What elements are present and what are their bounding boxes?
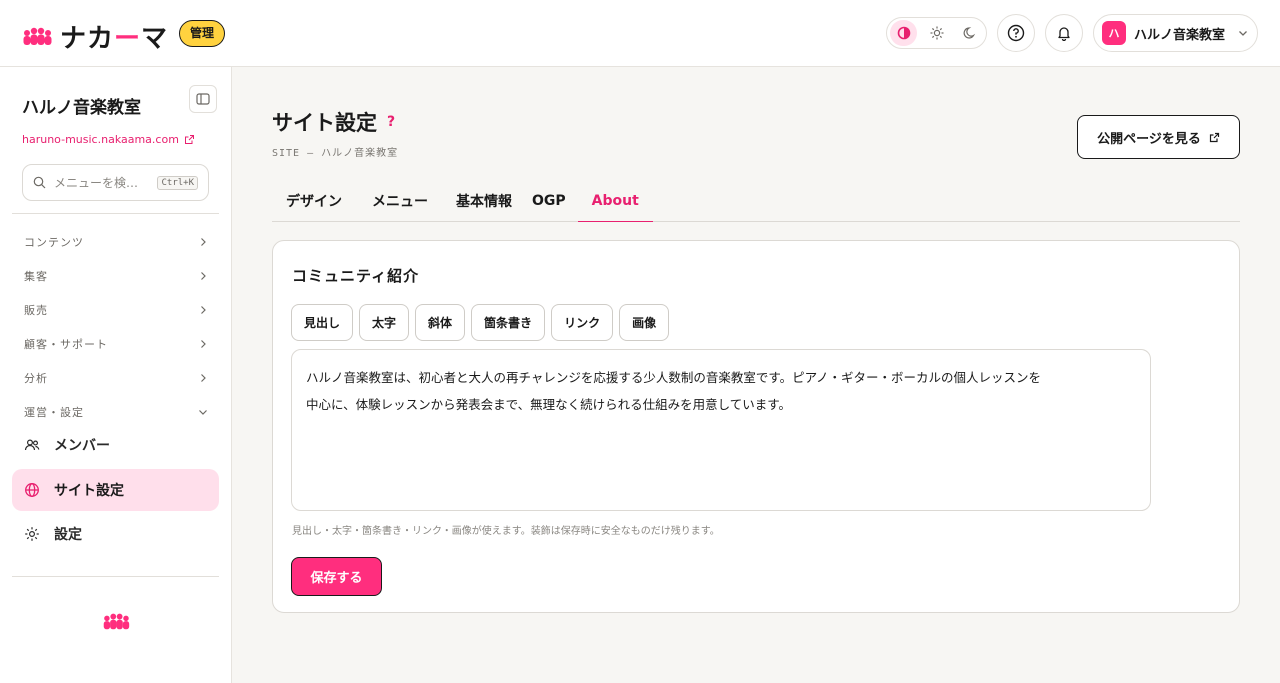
bell-icon [1058, 27, 1070, 41]
help-icon [1007, 24, 1025, 42]
help-button[interactable] [997, 14, 1035, 52]
gear-icon [25, 527, 39, 541]
site-url-link[interactable]: haruno-music.nakaama.com [22, 133, 195, 146]
settings-tabs: デザイン メニュー 基本情報 OGP About [272, 181, 1240, 222]
tab-ogp[interactable]: OGP [526, 181, 574, 221]
sidebar-divider [12, 213, 219, 214]
account-name: ハルノ音楽教室 [1134, 27, 1226, 43]
globe-icon [25, 483, 39, 497]
view-public-page-label: 公開ページを見る [1097, 131, 1201, 147]
logo-wordmark: ナカーマ [60, 24, 169, 54]
breadcrumb: SITE — ハルノ音楽教室 [272, 148, 399, 159]
image-button[interactable]: 画像 [619, 304, 670, 341]
chevron-right-icon [201, 272, 206, 280]
sidebar-item-settings[interactable]: 設定 [12, 513, 219, 555]
page-title: サイト設定 ? [272, 107, 395, 137]
help-icon[interactable]: ? [387, 114, 395, 130]
save-button[interactable]: 保存する [291, 557, 382, 596]
sidebar-collapse-button[interactable] [189, 85, 217, 113]
tab-menu[interactable]: メニュー [358, 181, 442, 221]
chevron-right-icon [201, 306, 206, 314]
view-public-page-button[interactable]: 公開ページを見る [1077, 115, 1240, 159]
site-url-text: haruno-music.nakaama.com [22, 133, 179, 146]
nav-group-marketing[interactable]: 集客 [24, 266, 208, 286]
contrast-icon [897, 26, 910, 40]
account-menu[interactable]: ハ ハルノ音楽教室 [1093, 14, 1258, 52]
about-card: コミュニティ紹介 見出し 太字 斜体 箇条書き リンク 画像 ハルノ音楽教室は、… [272, 240, 1240, 613]
chevron-right-icon [201, 374, 206, 382]
sidebar-divider [12, 576, 219, 577]
sidebar-item-label: メンバー [54, 438, 110, 454]
nav-group-operations[interactable]: 運営・設定 [24, 402, 208, 422]
sun-icon [930, 26, 943, 40]
search-icon [33, 176, 46, 189]
sidebar-item-label: 設定 [54, 527, 82, 543]
bullet-list-button[interactable]: 箇条書き [471, 304, 546, 341]
theme-light-option[interactable] [923, 20, 950, 46]
search-placeholder: メニューを検… [54, 176, 139, 190]
chevron-down-icon [1239, 31, 1247, 36]
people-logo-icon [103, 613, 130, 630]
nav-group-contents[interactable]: コンテンツ [24, 232, 208, 252]
tab-design[interactable]: デザイン [272, 181, 356, 221]
theme-switcher [886, 17, 987, 49]
editor-toolbar: 見出し 太字 斜体 箇条書き リンク 画像 [291, 304, 670, 341]
menu-search-input[interactable]: メニューを検… Ctrl+K [22, 164, 209, 201]
search-shortcut-hint: Ctrl+K [157, 175, 198, 190]
editor-line: 中心に、体験レッスンから発表会まで、無理なく続けられる仕組みを用意しています。 [306, 397, 792, 412]
app-logo[interactable]: ナカーマ [22, 18, 168, 55]
link-button[interactable]: リンク [551, 304, 614, 341]
external-link-icon [184, 135, 194, 144]
editor-line: ハルノ音楽教室は、初心者と大人の再チャレンジを応援する少人数制の音楽教室です。ピ… [306, 370, 1042, 385]
sidebar-toggle-icon [196, 93, 210, 105]
avatar: ハ [1102, 21, 1126, 45]
moon-icon [963, 27, 975, 39]
chevron-right-icon [201, 340, 206, 348]
sidebar-item-members[interactable]: メンバー [12, 424, 219, 466]
nav-group-analytics[interactable]: 分析 [24, 368, 208, 388]
chevron-right-icon [201, 238, 206, 246]
card-title: コミュニティ紹介 [292, 267, 420, 285]
sidebar-site-name: ハルノ音楽教室 [22, 98, 141, 118]
people-logo-icon [23, 27, 52, 45]
theme-contrast-option[interactable] [890, 20, 917, 46]
heading-button[interactable]: 見出し [291, 304, 354, 341]
nav-group-sales[interactable]: 販売 [24, 300, 208, 320]
sidebar: ハルノ音楽教室 haruno-music.nakaama.com メニューを検…… [0, 67, 232, 683]
editor-hint: 見出し・太字・箇条書き・リンク・画像が使えます。装飾は保存時に安全なものだけ残り… [292, 526, 720, 537]
admin-badge: 管理 [179, 20, 226, 47]
bold-button[interactable]: 太字 [359, 304, 410, 341]
italic-button[interactable]: 斜体 [415, 304, 466, 341]
main-content: サイト設定 ? SITE — ハルノ音楽教室 公開ページを見る デザイン メニュ… [232, 67, 1280, 683]
notifications-button[interactable] [1045, 14, 1083, 52]
sidebar-item-site-settings[interactable]: サイト設定 [12, 469, 219, 511]
top-header: ナカーマ 管理 ハ ハルノ音楽教室 [0, 0, 1280, 67]
chevron-down-icon [199, 410, 207, 415]
page-title-text: サイト設定 [272, 111, 377, 135]
tab-basic-info[interactable]: 基本情報 [442, 181, 526, 221]
external-link-icon [1209, 132, 1219, 142]
sidebar-item-label: サイト設定 [54, 483, 124, 499]
tab-about[interactable]: About [577, 181, 653, 222]
theme-dark-option[interactable] [956, 20, 983, 46]
members-icon [24, 439, 40, 451]
nav-group-customers[interactable]: 顧客・サポート [24, 334, 208, 354]
about-text-editor[interactable]: ハルノ音楽教室は、初心者と大人の再チャレンジを応援する少人数制の音楽教室です。ピ… [291, 349, 1151, 511]
